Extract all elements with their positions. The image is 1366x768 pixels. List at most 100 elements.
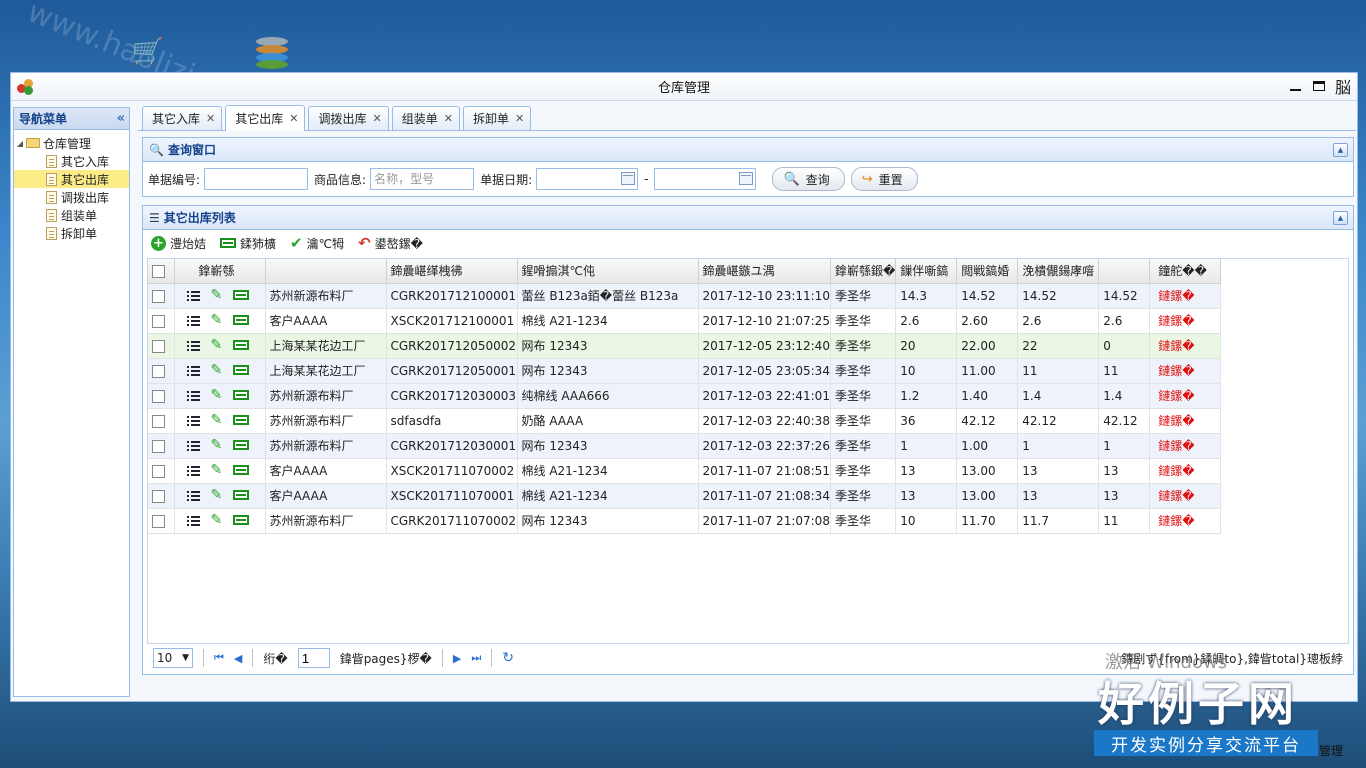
column-header[interactable]: 鍗曟嵁鏃ユ湡 bbox=[698, 259, 831, 284]
delete-card-icon[interactable] bbox=[233, 390, 250, 401]
tab-assembly[interactable]: 组装单 ✕ bbox=[391, 106, 460, 130]
row-checkbox[interactable] bbox=[152, 289, 165, 303]
view-detail-icon[interactable] bbox=[186, 390, 200, 401]
row-checkbox[interactable] bbox=[152, 439, 165, 453]
column-header[interactable]: 鏁伴噺鎬 bbox=[895, 259, 958, 284]
edit-pencil-icon[interactable]: ✎ bbox=[211, 337, 223, 353]
view-detail-icon[interactable] bbox=[186, 290, 200, 301]
row-checkbox[interactable] bbox=[152, 464, 165, 478]
column-header[interactable]: 鍗曟嵁缂栧彿 bbox=[386, 259, 518, 284]
tree-root-warehouse[interactable]: ◢ 仓库管理 bbox=[14, 134, 129, 152]
tree-item-other-inbound[interactable]: 其它入库 bbox=[14, 152, 129, 170]
column-header[interactable]: 鍟嗗搧淇℃伅 bbox=[517, 259, 699, 284]
edit-pencil-icon[interactable]: ✎ bbox=[211, 487, 223, 503]
view-detail-icon[interactable] bbox=[186, 365, 200, 376]
row-checkbox[interactable] bbox=[152, 489, 165, 503]
tab-disassembly[interactable]: 拆卸单 ✕ bbox=[462, 106, 532, 130]
add-button[interactable]: + 澧炲姞 bbox=[151, 235, 206, 252]
column-header[interactable] bbox=[1098, 259, 1151, 284]
table-row[interactable]: ✎ 苏州新源布料厂 CGRK201712030001 网布 12343 2017-12-… bbox=[148, 433, 1222, 459]
shopping-cart-desktop-icon[interactable]: 🛒 bbox=[128, 34, 168, 70]
delete-button[interactable]: 鍒犻櫎 bbox=[220, 235, 276, 252]
close-tab-icon[interactable]: ✕ bbox=[372, 112, 381, 125]
delete-card-icon[interactable] bbox=[233, 290, 250, 301]
tab-transfer-outbound[interactable]: 调拨出库 ✕ bbox=[308, 106, 389, 130]
refresh-icon[interactable]: ↻ bbox=[502, 650, 514, 666]
column-header[interactable]: 鎿嶄綔鍛� bbox=[830, 259, 897, 284]
calendar-icon[interactable] bbox=[739, 172, 754, 185]
column-header[interactable]: 鎿嶄綔 bbox=[174, 259, 266, 284]
table-row[interactable]: ✎ 上海某某花边工厂 CGRK201712050001 网布 12343 2017-12… bbox=[148, 358, 1222, 384]
collapse-up-icon[interactable]: ▲ bbox=[1333, 211, 1348, 225]
table-row[interactable]: ✎ 客户AAAA XSCK201711070001 棉线 A21-1234 2017-1… bbox=[148, 483, 1222, 509]
row-checkbox[interactable] bbox=[152, 339, 165, 353]
row-checkbox[interactable] bbox=[152, 414, 165, 428]
edit-pencil-icon[interactable]: ✎ bbox=[211, 512, 223, 528]
column-header[interactable]: 鐘舵�� bbox=[1149, 259, 1222, 284]
database-desktop-icon[interactable] bbox=[252, 34, 292, 70]
delete-card-icon[interactable] bbox=[233, 365, 250, 376]
table-row[interactable]: ✎ 苏州新源布料厂 CGRK201712030003 纯棉线 AAA666 2017-1… bbox=[148, 383, 1222, 409]
row-checkbox[interactable] bbox=[152, 389, 165, 403]
delete-card-icon[interactable] bbox=[233, 440, 250, 451]
table-row[interactable]: ✎ 苏州新源布料厂 sdfasdfa 奶酪 AAAA 2017-12-03 22:40:… bbox=[148, 408, 1222, 434]
search-button[interactable]: 🔍 查询 bbox=[772, 167, 845, 191]
reset-button[interactable]: ↪ 重置 bbox=[850, 167, 918, 191]
collapse-up-icon[interactable]: ▲ bbox=[1333, 143, 1348, 157]
delete-card-icon[interactable] bbox=[233, 490, 250, 501]
approve-button[interactable]: ✔ 瀹℃牳 bbox=[290, 234, 344, 252]
close-tab-icon[interactable]: ✕ bbox=[444, 112, 453, 125]
tree-item-other-outbound[interactable]: 其它出库 bbox=[14, 170, 129, 188]
calendar-icon[interactable] bbox=[621, 172, 636, 185]
table-row[interactable]: ✎ 客户AAAA XSCK201712100001 棉线 A21-1234 2017-1… bbox=[148, 308, 1222, 334]
edit-pencil-icon[interactable]: ✎ bbox=[211, 462, 223, 478]
view-detail-icon[interactable] bbox=[186, 340, 200, 351]
view-detail-icon[interactable] bbox=[186, 440, 200, 451]
tree-item-disassembly[interactable]: 拆卸单 bbox=[14, 224, 129, 242]
table-row[interactable]: ✎ 苏州新源布料厂 CGRK201711070002 网布 12343 2017-11-… bbox=[148, 508, 1222, 534]
delete-card-icon[interactable] bbox=[233, 340, 250, 351]
close-tab-icon[interactable]: ✕ bbox=[515, 112, 524, 125]
column-header[interactable]: 閲戦鎬婚 bbox=[956, 259, 1019, 284]
close-button[interactable]: 脳 bbox=[1335, 77, 1351, 97]
edit-pencil-icon[interactable]: ✎ bbox=[211, 412, 223, 428]
tree-item-transfer-outbound[interactable]: 调拨出库 bbox=[14, 188, 129, 206]
page-size-select[interactable]: 10 ▼ bbox=[153, 648, 193, 668]
minimize-button[interactable] bbox=[1287, 77, 1303, 95]
table-row[interactable]: ✎ 客户AAAA XSCK201711070002 棉线 A21-1234 2017-1… bbox=[148, 458, 1222, 484]
table-row[interactable]: ✎ 苏州新源布料厂 CGRK201712100001 蕾丝 B123a銆�蕾丝 B12… bbox=[148, 283, 1222, 309]
table-row[interactable]: ✎ 上海某某花边工厂 CGRK201712050002 网布 12343 2017-12… bbox=[148, 333, 1222, 359]
edit-pencil-icon[interactable]: ✎ bbox=[211, 387, 223, 403]
page-number-input[interactable] bbox=[297, 648, 330, 668]
close-tab-icon[interactable]: ✕ bbox=[206, 112, 215, 125]
view-detail-icon[interactable] bbox=[186, 315, 200, 326]
double-chevron-left-icon[interactable]: « bbox=[117, 111, 125, 126]
goods-input[interactable] bbox=[370, 168, 475, 190]
first-page-icon[interactable]: ⏮ bbox=[214, 651, 224, 665]
view-detail-icon[interactable] bbox=[186, 490, 200, 501]
next-page-icon[interactable]: ▶ bbox=[453, 652, 461, 665]
row-checkbox[interactable] bbox=[152, 364, 165, 378]
row-checkbox[interactable] bbox=[152, 314, 165, 328]
row-checkbox[interactable] bbox=[152, 514, 165, 528]
tree-item-assembly[interactable]: 组装单 bbox=[14, 206, 129, 224]
unapprove-button[interactable]: ↶ 鍙嶅鏍� bbox=[358, 234, 423, 252]
tab-other-outbound[interactable]: 其它出库 ✕ bbox=[225, 105, 306, 131]
edit-pencil-icon[interactable]: ✎ bbox=[211, 287, 223, 303]
last-page-icon[interactable]: ⏭ bbox=[471, 651, 481, 665]
delete-card-icon[interactable] bbox=[233, 465, 250, 476]
view-detail-icon[interactable] bbox=[186, 465, 200, 476]
tab-other-inbound[interactable]: 其它入库 ✕ bbox=[142, 106, 223, 130]
delete-card-icon[interactable] bbox=[233, 315, 250, 326]
column-header[interactable]: 浼樻儬鍚庨噾 bbox=[1017, 259, 1100, 284]
previous-page-icon[interactable]: ◀ bbox=[234, 652, 242, 665]
select-all-checkbox[interactable] bbox=[152, 264, 165, 278]
expand-triangle-icon[interactable]: ◢ bbox=[14, 139, 26, 148]
edit-pencil-icon[interactable]: ✎ bbox=[211, 437, 223, 453]
maximize-button[interactable] bbox=[1311, 77, 1327, 95]
view-detail-icon[interactable] bbox=[186, 515, 200, 526]
column-header[interactable] bbox=[265, 259, 387, 284]
delete-card-icon[interactable] bbox=[233, 415, 250, 426]
view-detail-icon[interactable] bbox=[186, 415, 200, 426]
delete-card-icon[interactable] bbox=[233, 515, 250, 526]
